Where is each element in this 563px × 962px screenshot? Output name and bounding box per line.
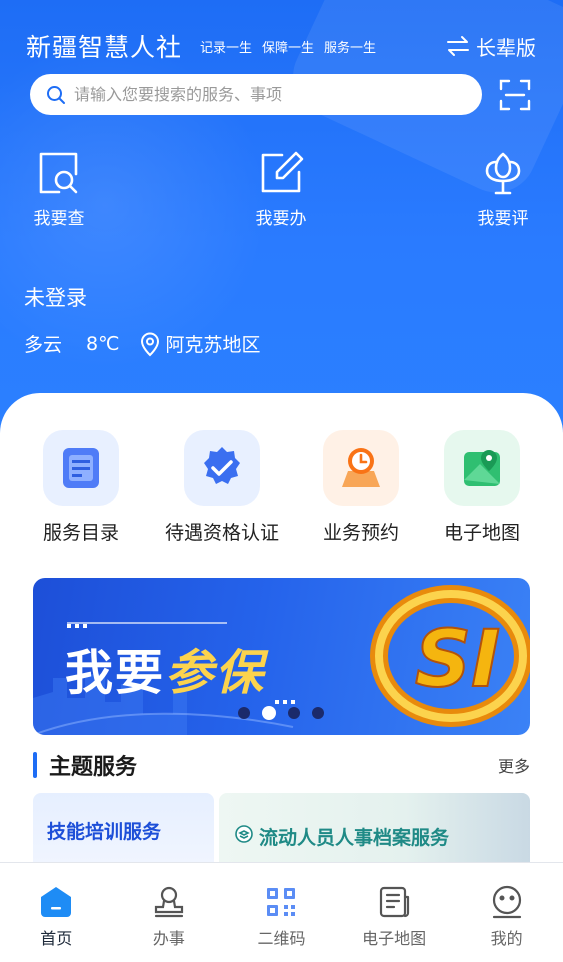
- flower-rate-icon: [485, 152, 521, 195]
- tab-qrcode[interactable]: 二维码: [231, 885, 331, 962]
- slogans: 记录一生 保障一生 服务一生: [200, 37, 376, 56]
- carousel-dot[interactable]: [312, 707, 324, 719]
- service-label: 业务预约: [322, 522, 399, 544]
- location-pin-icon: [141, 332, 160, 356]
- slogan: 记录一生: [200, 40, 253, 56]
- elder-mode-label: 长辈版: [476, 35, 536, 60]
- service-icon-bg: [323, 430, 399, 506]
- theme-card-label: 流动人员人事档案服务: [259, 827, 450, 849]
- map-pin-icon: [464, 450, 500, 486]
- section-title: 主题服务: [49, 755, 138, 780]
- slogan: 保障一生: [262, 40, 315, 56]
- weather-info: 多云 8℃ 阿克苏地区: [24, 330, 260, 357]
- top-bar: 新疆智慧人社 记录一生 保障一生 服务一生 长辈版: [26, 28, 536, 64]
- scan-icon[interactable]: [498, 78, 532, 112]
- tab-home[interactable]: 首页: [6, 885, 106, 962]
- tab-e-map[interactable]: 电子地图: [344, 885, 444, 962]
- promo-banner[interactable]: 我要参保 SI: [33, 578, 530, 735]
- service-label: 电子地图: [443, 522, 520, 544]
- bottom-tab-bar: 首页 办事 二维码 电子地图 我的: [0, 862, 563, 962]
- theme-card-archive[interactable]: 流动人员人事档案服务: [219, 793, 530, 863]
- service-icon-bg: [184, 430, 260, 506]
- search-doc-icon: [39, 152, 78, 194]
- stamp-icon: [154, 886, 183, 918]
- tab-services[interactable]: 办事: [119, 885, 219, 962]
- search-input[interactable]: [74, 85, 454, 104]
- quick-action-label: 我要评: [477, 209, 529, 229]
- weather-temperature: 8℃: [86, 332, 120, 355]
- location[interactable]: 阿克苏地区: [139, 330, 260, 357]
- login-status[interactable]: 未登录: [24, 282, 87, 312]
- swap-arrows-icon: [447, 36, 469, 56]
- app-title: 新疆智慧人社: [26, 33, 183, 62]
- location-label: 阿克苏地区: [165, 334, 261, 356]
- slogan: 服务一生: [324, 40, 377, 56]
- quick-action-label: 我要查: [33, 209, 85, 229]
- service-map[interactable]: 电子地图: [438, 430, 526, 545]
- theme-card-label: 技能培训服务: [47, 821, 162, 843]
- quick-action-query[interactable]: 我要查: [14, 150, 104, 229]
- quick-action-handle[interactable]: 我要办: [236, 150, 326, 229]
- carousel-dots: [238, 706, 324, 720]
- more-link[interactable]: 更多: [498, 753, 530, 777]
- service-catalog[interactable]: 服务目录: [38, 430, 124, 545]
- social-insurance-logo: SI: [370, 585, 530, 727]
- service-appointment[interactable]: 业务预约: [318, 430, 404, 545]
- banner-headline: 我要参保: [65, 633, 265, 703]
- banner-text-white: 我要: [65, 645, 166, 701]
- home-icon: [41, 887, 72, 917]
- layers-icon: [235, 825, 253, 843]
- smiley-profile-icon: [492, 885, 521, 919]
- tab-label: 二维码: [257, 929, 306, 948]
- news-map-icon: [379, 886, 410, 918]
- elder-mode-button[interactable]: 长辈版: [446, 32, 536, 61]
- service-icon-bg: [444, 430, 520, 506]
- logo-text: SI: [415, 615, 500, 705]
- weather-condition: 多云: [24, 334, 63, 356]
- service-icon-bg: [43, 430, 119, 506]
- tab-label: 我的: [490, 929, 523, 948]
- tab-label: 办事: [152, 929, 185, 948]
- catalog-icon: [63, 448, 99, 488]
- theme-card-skill-training[interactable]: 技能培训服务: [33, 793, 214, 863]
- banner-divider: [67, 622, 227, 624]
- search-icon: [47, 85, 65, 104]
- service-label: 待遇资格认证: [164, 522, 279, 544]
- verified-badge-icon: [204, 447, 240, 484]
- section-accent-bar: [33, 752, 37, 778]
- search-bar[interactable]: [30, 74, 482, 115]
- carousel-dot[interactable]: [238, 707, 250, 719]
- tab-label: 电子地图: [362, 929, 427, 948]
- banner-text-yellow: 参保: [165, 645, 266, 701]
- tab-profile[interactable]: 我的: [457, 885, 557, 962]
- service-label: 服务目录: [42, 522, 119, 544]
- theme-services-header: 主题服务 更多: [33, 750, 530, 780]
- carousel-dot[interactable]: [288, 707, 300, 719]
- quick-action-label: 我要办: [255, 209, 307, 229]
- carousel-dot-active[interactable]: [262, 706, 276, 720]
- qrcode-icon: [267, 888, 296, 916]
- appointment-clock-icon: [342, 448, 380, 487]
- quick-action-rate[interactable]: 我要评: [458, 150, 548, 229]
- edit-icon: [261, 151, 304, 193]
- service-qualification[interactable]: 待遇资格认证: [160, 430, 284, 545]
- tab-label: 首页: [40, 929, 73, 948]
